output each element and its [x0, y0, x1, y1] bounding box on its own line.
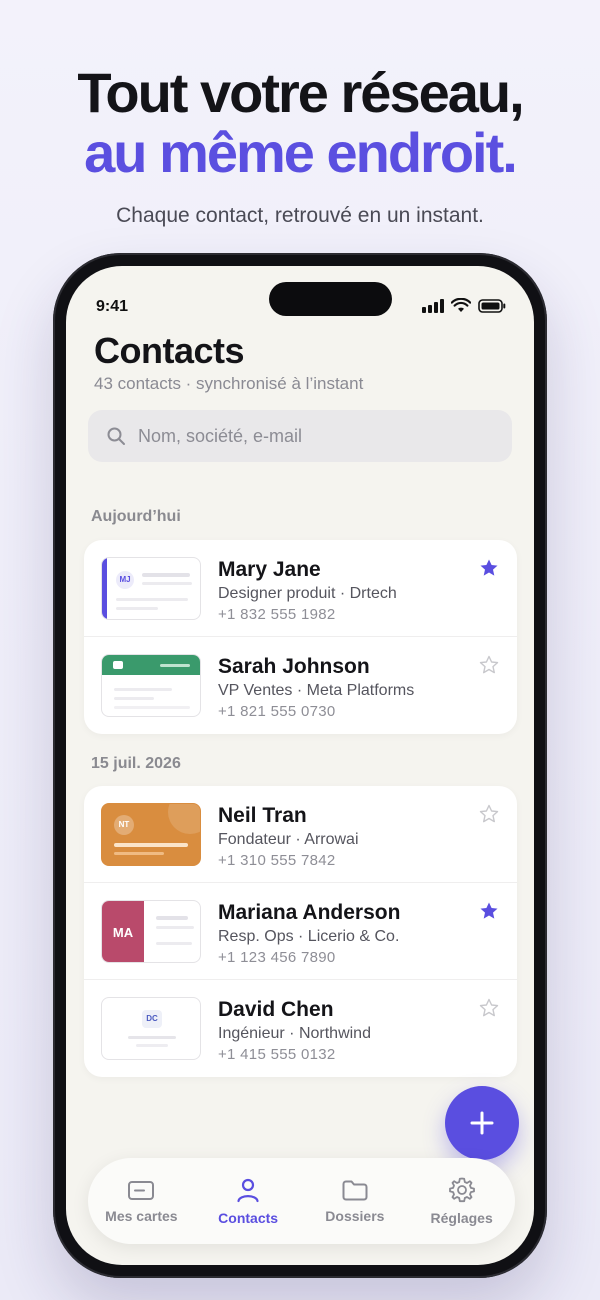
search-icon: [107, 427, 125, 445]
status-time: 9:41: [96, 298, 129, 315]
tab-reglages[interactable]: Réglages: [408, 1158, 515, 1244]
hero-title-line1: Tout votre réseau,: [77, 61, 524, 124]
business-card-thumbnail: MJ: [101, 557, 201, 620]
hero-subtitle: Chaque contact, retrouvé en un instant.: [116, 204, 484, 227]
phone-frame: 9:41 Contacts 43 contacts · synchronisé …: [53, 253, 547, 1278]
business-card-thumbnail: [101, 654, 201, 717]
star-outline-icon[interactable]: [479, 655, 499, 675]
hero-title-line2: au même endroit.: [84, 121, 518, 184]
contact-row-neil-tran[interactable]: NT Neil Tran Fondateur · Arrowai +1 310 …: [84, 786, 517, 883]
card-initials: DC: [142, 1010, 162, 1028]
tab-label: Contacts: [218, 1210, 279, 1226]
phone-screen: 9:41 Contacts 43 contacts · synchronisé …: [66, 266, 534, 1265]
contact-group-date: NT Neil Tran Fondateur · Arrowai +1 310 …: [84, 786, 517, 1077]
contact-row-mariana-anderson[interactable]: MA Mariana Anderson Resp. Ops · Licerio …: [84, 883, 517, 980]
card-initials: NT: [114, 815, 134, 835]
tab-mes-cartes[interactable]: Mes cartes: [88, 1158, 195, 1244]
contact-phone: +1 832 555 1982: [218, 606, 336, 623]
card-icon: [128, 1181, 155, 1200]
wifi-icon: [451, 298, 471, 312]
section-label-date: 15 juil. 2026: [91, 755, 181, 772]
business-card-thumbnail: MA: [101, 900, 201, 963]
contact-row-david-chen[interactable]: DC David Chen Ingénieur · Northwind +1 4…: [84, 980, 517, 1077]
contact-row-mary-jane[interactable]: MJ Mary Jane Designer produit · Drtech +…: [84, 540, 517, 637]
contact-name: David Chen: [218, 998, 334, 1021]
contact-group-today: MJ Mary Jane Designer produit · Drtech +…: [84, 540, 517, 734]
search-input[interactable]: Nom, société, e-mail: [88, 410, 512, 462]
dynamic-island: [269, 282, 392, 316]
contact-role: Fondateur · Arrowai: [218, 831, 359, 848]
status-icons: [422, 298, 506, 313]
search-placeholder: Nom, société, e-mail: [138, 425, 303, 446]
business-card-thumbnail: NT: [101, 803, 201, 866]
hero: Tout votre réseau, au même endroit. Chaq…: [0, 62, 600, 228]
sync-status: 43 contacts · synchronisé à l’instant: [94, 374, 364, 393]
star-outline-icon[interactable]: [479, 998, 499, 1018]
contact-row-sarah-johnson[interactable]: Sarah Johnson VP Ventes · Meta Platforms…: [84, 637, 517, 734]
contact-phone: +1 310 555 7842: [218, 852, 336, 869]
contact-phone: +1 415 555 0132: [218, 1046, 336, 1063]
contact-name: Mariana Anderson: [218, 901, 401, 924]
tab-label: Dossiers: [325, 1208, 385, 1224]
person-icon: [237, 1178, 259, 1203]
tab-label: Réglages: [430, 1210, 493, 1226]
contact-name: Sarah Johnson: [218, 655, 370, 678]
card-initials: MA: [102, 901, 144, 962]
tab-label: Mes cartes: [105, 1208, 178, 1224]
contact-role: Resp. Ops · Licerio & Co.: [218, 928, 400, 945]
contact-phone: +1 123 456 7890: [218, 949, 336, 966]
gear-icon: [448, 1177, 475, 1203]
tab-bar: Mes cartes Contacts Dossiers Réglages: [88, 1158, 515, 1244]
star-filled-icon[interactable]: [479, 558, 499, 578]
card-initials: MJ: [116, 571, 134, 589]
business-card-thumbnail: DC: [101, 997, 201, 1060]
plus-icon: [470, 1111, 494, 1135]
star-outline-icon[interactable]: [479, 804, 499, 824]
contact-role: Ingénieur · Northwind: [218, 1025, 371, 1042]
folder-icon: [342, 1180, 368, 1201]
page-title: Contacts: [94, 330, 245, 371]
tab-dossiers[interactable]: Dossiers: [302, 1158, 409, 1244]
star-filled-icon[interactable]: [479, 901, 499, 921]
battery-icon: [478, 298, 506, 313]
contact-name: Neil Tran: [218, 804, 307, 827]
contact-role: VP Ventes · Meta Platforms: [218, 682, 415, 699]
status-bar: 9:41: [96, 282, 506, 318]
section-label-today: Aujourd’hui: [91, 508, 181, 525]
contact-name: Mary Jane: [218, 558, 321, 581]
add-contact-button[interactable]: [445, 1086, 519, 1160]
contact-role: Designer produit · Drtech: [218, 585, 397, 602]
signal-icon: [422, 298, 444, 313]
contact-phone: +1 821 555 0730: [218, 703, 336, 720]
tab-contacts[interactable]: Contacts: [195, 1158, 302, 1244]
